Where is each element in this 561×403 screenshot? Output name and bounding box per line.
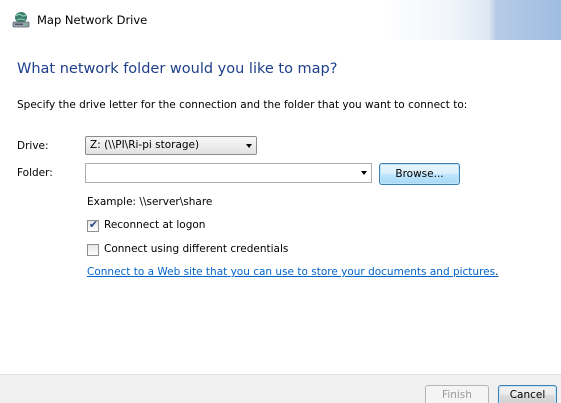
window-title: Map Network Drive: [37, 13, 148, 27]
network-drive-icon: [12, 12, 30, 28]
reconnect-label[interactable]: Reconnect at logon: [104, 219, 205, 231]
title-bar: Map Network Drive: [0, 0, 561, 40]
web-site-link-period: .: [495, 266, 499, 278]
drive-label: Drive:: [17, 140, 49, 152]
web-site-link-text[interactable]: Connect to a Web site that you can use t…: [87, 266, 495, 278]
chevron-down-icon[interactable]: [361, 171, 367, 175]
page-heading: What network folder would you like to ma…: [17, 61, 338, 77]
chevron-down-icon: [246, 144, 252, 148]
credentials-label[interactable]: Connect using different credentials: [104, 243, 288, 255]
checkmark-icon: ✔: [88, 218, 99, 231]
drive-selected-value: Z: (\\PI\Ri-pi storage): [90, 139, 200, 151]
reconnect-checkbox[interactable]: ✔: [87, 218, 99, 232]
credentials-checkbox[interactable]: [87, 244, 99, 256]
folder-combobox[interactable]: [85, 163, 372, 183]
folder-input[interactable]: [88, 165, 348, 180]
drive-dropdown[interactable]: Z: (\\PI\Ri-pi storage): [85, 136, 257, 155]
instruction-text: Specify the drive letter for the connect…: [17, 99, 468, 111]
browse-button[interactable]: Browse...: [379, 163, 460, 185]
web-site-link[interactable]: Connect to a Web site that you can use t…: [87, 266, 498, 278]
cancel-button[interactable]: Cancel: [498, 385, 557, 403]
finish-button[interactable]: Finish: [425, 385, 489, 403]
map-network-drive-dialog: Map Network Drive What network folder wo…: [0, 0, 561, 403]
folder-label: Folder:: [17, 167, 53, 179]
folder-example-text: Example: \\server\share: [87, 196, 213, 208]
